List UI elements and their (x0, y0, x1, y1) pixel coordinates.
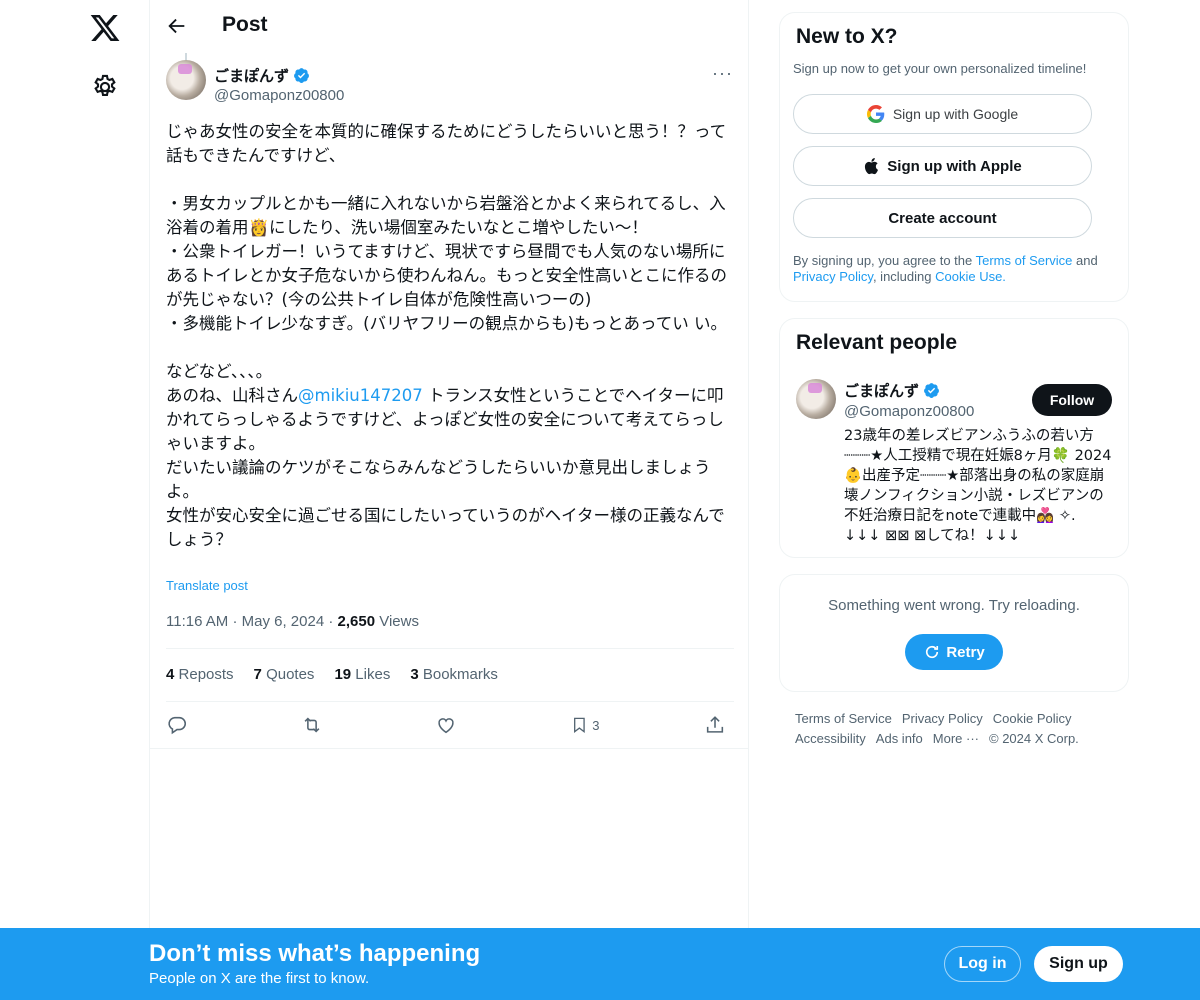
apple-signup-button[interactable]: Sign up with Apple (793, 146, 1092, 186)
back-arrow-icon[interactable] (166, 15, 188, 37)
main-column: Post ごまぽんず @Gomaponz00800 ··· じゃあ女性の安全を本… (149, 0, 749, 1000)
author-name[interactable]: ごまぽんず (214, 65, 310, 86)
gear-icon[interactable] (91, 73, 119, 101)
relevant-person-handle[interactable]: @Gomaponz00800 (844, 403, 974, 420)
google-icon (866, 105, 885, 123)
legal-text: By signing up, you agree to the Terms of… (793, 253, 1098, 284)
x-logo-icon[interactable] (89, 12, 121, 44)
mention-link[interactable]: @mikiu147207 (298, 386, 423, 405)
reply-button[interactable] (166, 710, 196, 740)
bottom-bar-subtitle: People on X are the first to know. (149, 970, 370, 987)
relevant-person-name[interactable]: ごまぽんず (844, 380, 940, 401)
footer-link[interactable]: Privacy Policy (902, 711, 983, 726)
retry-button[interactable]: Retry (905, 634, 1003, 670)
like-button[interactable] (435, 710, 465, 740)
author-handle[interactable]: @Gomaponz00800 (214, 87, 344, 104)
repost-button[interactable] (301, 710, 331, 740)
left-nav (0, 0, 150, 1000)
signup-card-subtitle: Sign up now to get your own personalized… (793, 61, 1087, 76)
footer-more-link[interactable]: More ··· (933, 731, 979, 746)
reposts-stat[interactable]: 4 Reposts (166, 666, 234, 683)
share-button[interactable] (704, 710, 734, 740)
post-text: じゃあ女性の安全を本質的に確保するためにどうしたらいいと思う！？って話もできたん… (166, 122, 727, 549)
views-label: Views (379, 613, 419, 630)
signup-card: New to X? Sign up now to get your own pe… (779, 12, 1129, 302)
post-stats: 4 Reposts 7 Quotes 19 Likes 3 Bookmarks (166, 666, 498, 683)
verified-badge-icon (294, 68, 309, 83)
post-time[interactable]: 11:16 AM (166, 613, 228, 630)
reply-icon (168, 716, 187, 735)
more-options-icon[interactable]: ··· (712, 64, 734, 84)
error-card: Something went wrong. Try reloading. Ret… (779, 574, 1129, 692)
error-message: Something went wrong. Try reloading. (828, 597, 1080, 614)
footer-link[interactable]: Cookie Policy (993, 711, 1072, 726)
google-signup-button[interactable]: Sign up with Google (793, 94, 1092, 134)
heart-icon (438, 718, 454, 734)
bookmarks-stat[interactable]: 3 Bookmarks (410, 666, 498, 683)
footer-link[interactable]: Accessibility (795, 731, 866, 746)
footer-link[interactable]: Ads info (876, 731, 923, 746)
relevant-person-bio: 23歳年の差レズビアンふうふの若い方 ┈┈┈★人工授精で現在妊娠8ヶ月🍀 202… (844, 428, 1112, 544)
bookmark-count: 3 (592, 717, 600, 733)
divider (166, 701, 734, 702)
page-title: Post (222, 13, 268, 36)
share-icon (706, 716, 724, 733)
bottom-bar-title: Don’t miss what’s happening (149, 940, 481, 967)
quotes-stat[interactable]: 7 Quotes (254, 666, 315, 683)
post-actions: 3 (166, 710, 734, 740)
divider (150, 748, 749, 749)
privacy-link[interactable]: Privacy Policy (793, 269, 873, 284)
footer-links: Terms of Service Privacy Policy Cookie Pol… (795, 709, 1115, 749)
repost-icon (304, 717, 319, 733)
signup-button[interactable]: Sign up (1034, 946, 1123, 982)
terms-link[interactable]: Terms of Service (976, 253, 1073, 268)
follow-button[interactable]: Follow (1032, 384, 1112, 416)
post-date[interactable]: May 6, 2024 (242, 613, 325, 630)
verified-badge-icon (924, 383, 939, 398)
cookie-link[interactable]: Cookie Use. (935, 269, 1006, 284)
likes-stat[interactable]: 19 Likes (334, 666, 390, 683)
footer-link[interactable]: Terms of Service (795, 711, 892, 726)
relevant-people-card: Relevant people ごまぽんず @Gomaponz00800 Fol… (779, 318, 1129, 558)
views-count: 2,650 (337, 613, 376, 630)
avatar[interactable] (796, 379, 836, 419)
signup-card-title: New to X? (796, 25, 898, 48)
login-button[interactable]: Log in (944, 946, 1021, 982)
bookmark-icon (573, 717, 585, 733)
page-header: Post (150, 0, 748, 53)
relevant-people-title: Relevant people (796, 331, 958, 354)
copyright: © 2024 X Corp. (989, 731, 1079, 746)
avatar[interactable] (166, 60, 206, 100)
divider (166, 648, 734, 649)
post-meta: 11:16 AM · May 6, 2024 · 2,650 Views (166, 613, 419, 630)
refresh-icon (926, 645, 939, 659)
bookmark-button[interactable]: 3 (570, 710, 600, 740)
apple-icon (865, 157, 879, 175)
bottom-signup-bar: Don’t miss what’s happening People on X … (0, 928, 1200, 1000)
translate-post-link[interactable]: Translate post (166, 578, 248, 593)
create-account-button[interactable]: Create account (793, 198, 1092, 238)
